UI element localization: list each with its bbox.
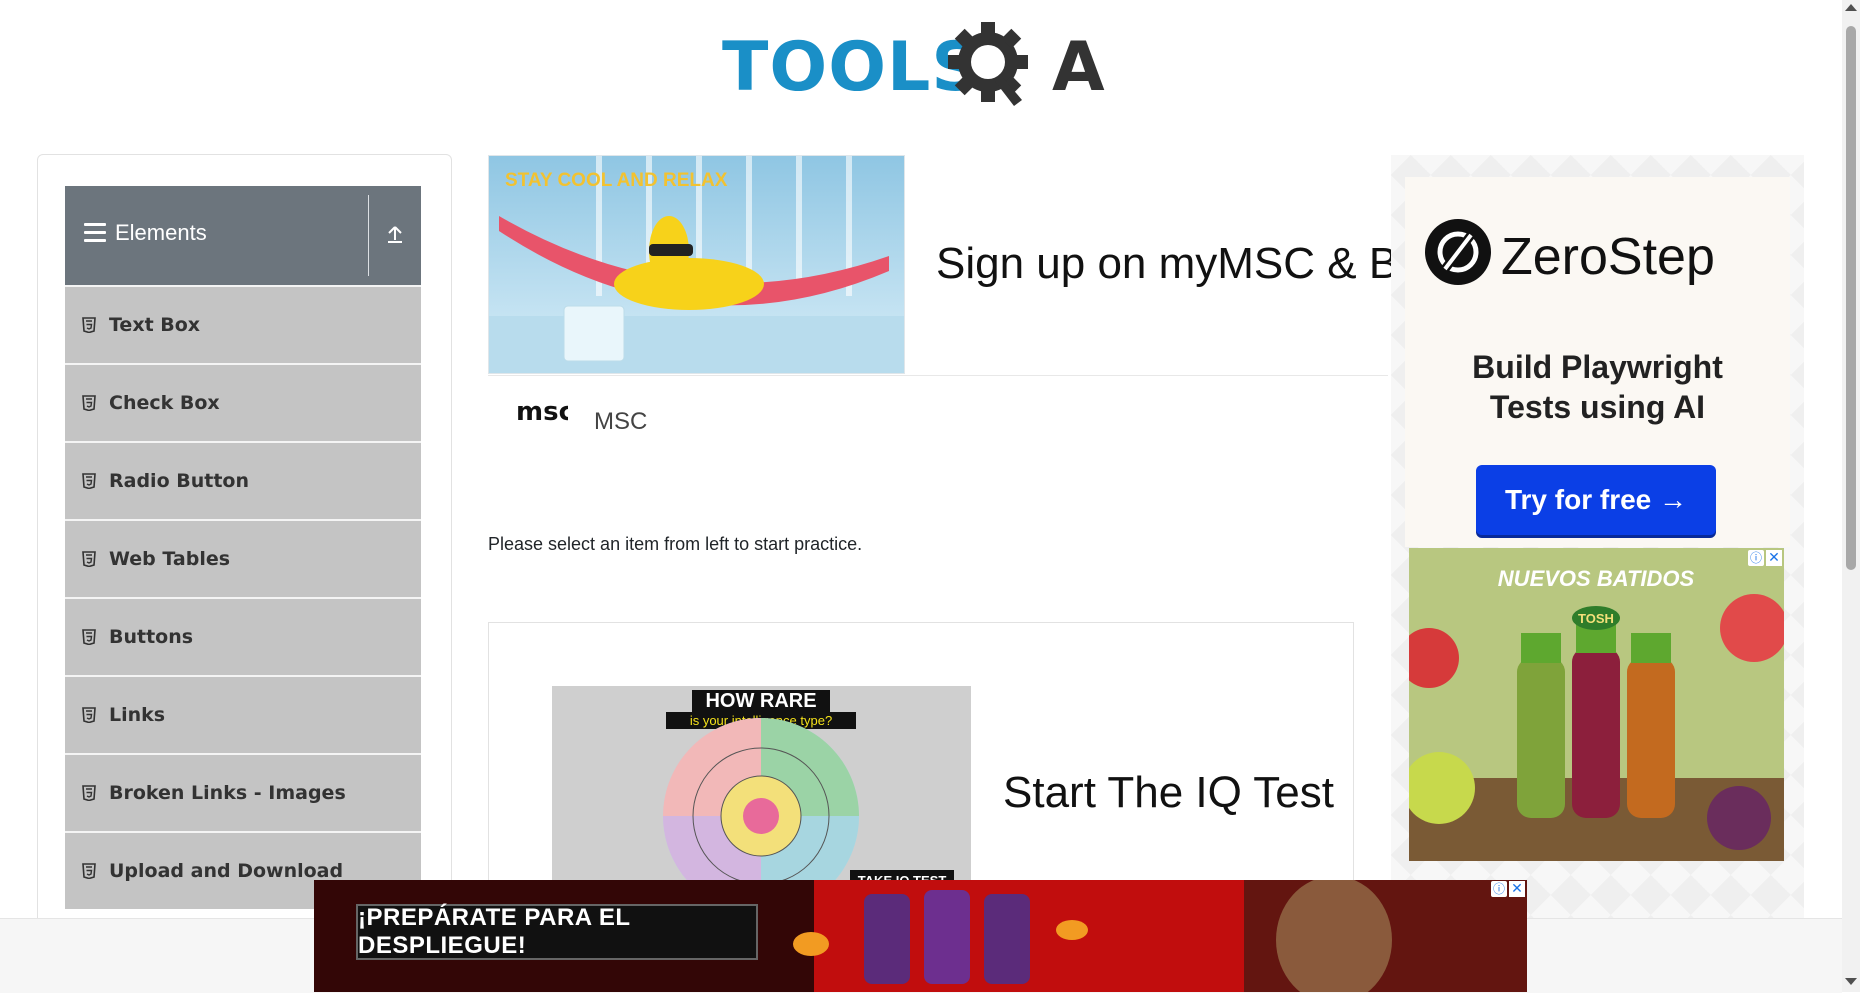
instruction-text: Please select an item from left to start… bbox=[488, 534, 863, 554]
menu-item-label: Broken Links - Images bbox=[109, 782, 346, 804]
elements-menu: Text Box Check Box Radio Button Web Tabl… bbox=[65, 285, 421, 909]
menu-item-label: Upload and Download bbox=[109, 860, 344, 882]
zerostep-logo-icon bbox=[1425, 219, 1491, 285]
html5-icon bbox=[82, 473, 96, 489]
zerostep-ad[interactable]: ZeroStep Build Playwright Tests using AI… bbox=[1405, 177, 1790, 547]
tosh-ad[interactable]: NUEVOS BATIDOS TOSH ⓘ ✕ bbox=[1409, 548, 1784, 861]
banner-text: STAY COOL AND RELAX bbox=[505, 170, 728, 191]
scroll-thumb[interactable] bbox=[1846, 26, 1856, 570]
msc-ad-headline[interactable]: Sign up on myMSC & B bbox=[936, 239, 1398, 289]
menu-icon bbox=[84, 223, 106, 243]
left-panel: Elements Text Box Check Box Radio Button… bbox=[37, 154, 452, 936]
menu-item-radio-button[interactable]: Radio Button bbox=[65, 441, 421, 519]
banana-hammock-image: STAY COOL AND RELAX bbox=[489, 156, 904, 373]
svg-text:msc: msc bbox=[516, 397, 568, 427]
html5-icon bbox=[82, 551, 96, 567]
toolsqa-logo[interactable]: TOOLS A bbox=[722, 20, 1124, 116]
html5-icon bbox=[82, 317, 96, 333]
right-ad-column: ZeroStep Build Playwright Tests using AI… bbox=[1391, 155, 1804, 935]
menu-item-buttons[interactable]: Buttons bbox=[65, 597, 421, 675]
msc-ad[interactable]: STAY COOL AND RELAX Sign up on myMSC & B bbox=[488, 155, 1398, 376]
group-title: Elements bbox=[115, 220, 207, 245]
adchoices-icon[interactable]: ⓘ bbox=[1491, 881, 1507, 897]
scroll-up-icon[interactable] bbox=[1845, 4, 1857, 11]
close-ad-icon[interactable]: ✕ bbox=[1509, 881, 1525, 897]
logo-text-tools: TOOLS bbox=[722, 28, 981, 107]
tosh-smoothies-image: NUEVOS BATIDOS TOSH bbox=[1409, 548, 1784, 861]
html5-icon bbox=[82, 629, 96, 645]
elements-group-header[interactable]: Elements bbox=[65, 186, 421, 285]
tagline-line-2: Tests using AI bbox=[1489, 389, 1706, 425]
iq-test-ad[interactable]: HOW RARE is your intelligence type? TAKE… bbox=[488, 622, 1354, 926]
zerostep-tagline: Build Playwright Tests using AI bbox=[1405, 347, 1790, 427]
menu-item-label: Radio Button bbox=[109, 470, 249, 492]
iq-image-title: HOW RARE bbox=[705, 690, 816, 712]
html5-icon bbox=[82, 785, 96, 801]
tosh-headline: NUEVOS BATIDOS bbox=[1498, 566, 1695, 591]
html5-icon bbox=[82, 863, 96, 879]
menu-item-label: Buttons bbox=[109, 626, 194, 648]
menu-item-check-box[interactable]: Check Box bbox=[65, 363, 421, 441]
msc-logo-icon: msc bbox=[516, 397, 568, 427]
menu-item-web-tables[interactable]: Web Tables bbox=[65, 519, 421, 597]
adchoices-icon[interactable]: ⓘ bbox=[1748, 550, 1764, 566]
collapse-up-icon[interactable] bbox=[383, 222, 407, 246]
page-scrollbar[interactable] bbox=[1842, 0, 1860, 992]
scroll-down-icon[interactable] bbox=[1845, 978, 1857, 985]
html5-icon bbox=[82, 707, 96, 723]
iq-ad-title[interactable]: Start The IQ Test bbox=[1003, 768, 1334, 818]
close-ad-icon[interactable]: ✕ bbox=[1766, 550, 1782, 566]
menu-item-label: Check Box bbox=[109, 392, 220, 414]
try-for-free-button[interactable]: Try for free → bbox=[1476, 465, 1716, 535]
html5-icon bbox=[82, 395, 96, 411]
menu-item-label: Web Tables bbox=[109, 548, 231, 570]
bottom-banner-ad[interactable]: ¡PREPÁRATE PARA EL DESPLIEGUE! ⓘ ✕ bbox=[314, 880, 1527, 992]
menu-item-links[interactable]: Links bbox=[65, 675, 421, 753]
menu-item-label: Text Box bbox=[109, 314, 201, 336]
tosh-brand: TOSH bbox=[1578, 611, 1614, 626]
msc-ad-image[interactable]: STAY COOL AND RELAX bbox=[488, 155, 905, 374]
menu-item-label: Links bbox=[109, 704, 166, 726]
msc-brand-name: MSC bbox=[594, 408, 648, 435]
bottom-ad-cta[interactable]: ¡PREPÁRATE PARA EL DESPLIEGUE! bbox=[356, 904, 758, 960]
tagline-line-1: Build Playwright bbox=[1472, 349, 1723, 385]
zerostep-brand: ZeroStep bbox=[1501, 228, 1715, 286]
logo-text-a: A bbox=[1052, 28, 1105, 107]
menu-item-text-box[interactable]: Text Box bbox=[65, 285, 421, 363]
menu-item-broken-links-images[interactable]: Broken Links - Images bbox=[65, 753, 421, 831]
header-divider bbox=[368, 195, 369, 276]
